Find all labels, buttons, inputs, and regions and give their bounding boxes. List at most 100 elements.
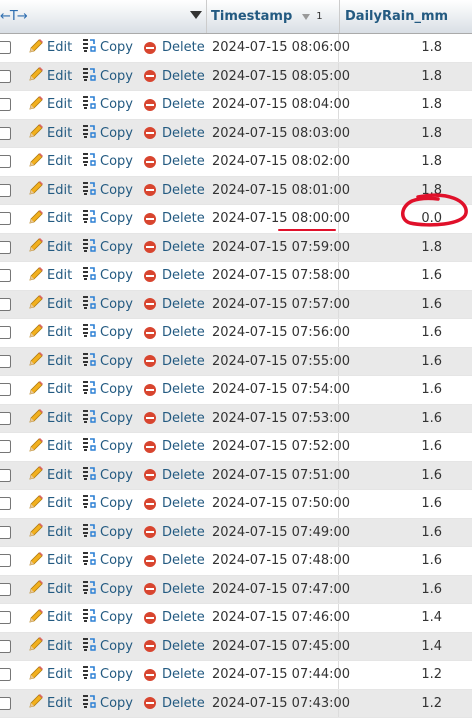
- edit-button[interactable]: Edit: [28, 579, 82, 599]
- row-checkbox[interactable]: [0, 155, 11, 168]
- delete-label[interactable]: Delete: [162, 439, 205, 454]
- row-checkbox[interactable]: [0, 70, 11, 83]
- edit-label[interactable]: Edit: [47, 696, 72, 711]
- edit-button[interactable]: Edit: [28, 152, 82, 172]
- edit-label[interactable]: Edit: [47, 354, 72, 369]
- edit-button[interactable]: Edit: [28, 66, 82, 86]
- delete-label[interactable]: Delete: [162, 468, 205, 483]
- copy-button[interactable]: Copy: [82, 437, 144, 456]
- row-checkbox[interactable]: [0, 98, 11, 111]
- delete-label[interactable]: Delete: [162, 211, 205, 226]
- copy-label[interactable]: Copy: [100, 297, 133, 312]
- copy-button[interactable]: Copy: [82, 694, 144, 713]
- copy-label[interactable]: Copy: [100, 639, 133, 654]
- delete-label[interactable]: Delete: [162, 297, 205, 312]
- copy-button[interactable]: Copy: [82, 380, 144, 399]
- delete-button[interactable]: Delete: [144, 468, 210, 483]
- delete-button[interactable]: Delete: [144, 582, 210, 597]
- delete-button[interactable]: Delete: [144, 40, 210, 55]
- copy-label[interactable]: Copy: [100, 40, 133, 55]
- delete-label[interactable]: Delete: [162, 268, 205, 283]
- edit-button[interactable]: Edit: [28, 294, 82, 314]
- delete-label[interactable]: Delete: [162, 183, 205, 198]
- delete-button[interactable]: Delete: [144, 126, 210, 141]
- delete-label[interactable]: Delete: [162, 40, 205, 55]
- row-checkbox[interactable]: [0, 440, 11, 453]
- copy-label[interactable]: Copy: [100, 667, 133, 682]
- delete-button[interactable]: Delete: [144, 411, 210, 426]
- row-checkbox[interactable]: [0, 554, 11, 567]
- edit-label[interactable]: Edit: [47, 40, 72, 55]
- edit-label[interactable]: Edit: [47, 525, 72, 540]
- row-checkbox[interactable]: [0, 269, 11, 282]
- copy-button[interactable]: Copy: [82, 466, 144, 485]
- copy-button[interactable]: Copy: [82, 95, 144, 114]
- delete-button[interactable]: Delete: [144, 553, 210, 568]
- copy-button[interactable]: Copy: [82, 67, 144, 86]
- delete-label[interactable]: Delete: [162, 154, 205, 169]
- delete-button[interactable]: Delete: [144, 496, 210, 511]
- delete-label[interactable]: Delete: [162, 667, 205, 682]
- delete-label[interactable]: Delete: [162, 582, 205, 597]
- row-checkbox[interactable]: [0, 526, 11, 539]
- edit-label[interactable]: Edit: [47, 240, 72, 255]
- delete-button[interactable]: Delete: [144, 154, 210, 169]
- copy-button[interactable]: Copy: [82, 295, 144, 314]
- delete-label[interactable]: Delete: [162, 639, 205, 654]
- edit-button[interactable]: Edit: [28, 380, 82, 400]
- chevron-down-icon[interactable]: [190, 11, 202, 19]
- edit-button[interactable]: Edit: [28, 494, 82, 514]
- delete-label[interactable]: Delete: [162, 240, 205, 255]
- edit-label[interactable]: Edit: [47, 610, 72, 625]
- delete-button[interactable]: Delete: [144, 183, 210, 198]
- copy-label[interactable]: Copy: [100, 268, 133, 283]
- row-checkbox[interactable]: [0, 326, 11, 339]
- copy-button[interactable]: Copy: [82, 38, 144, 57]
- copy-label[interactable]: Copy: [100, 69, 133, 84]
- copy-button[interactable]: Copy: [82, 152, 144, 171]
- edit-button[interactable]: Edit: [28, 693, 82, 713]
- row-checkbox[interactable]: [0, 697, 11, 710]
- dailyrain-header-label[interactable]: DailyRain_mm: [345, 9, 448, 24]
- copy-button[interactable]: Copy: [82, 323, 144, 342]
- delete-button[interactable]: Delete: [144, 354, 210, 369]
- copy-button[interactable]: Copy: [82, 665, 144, 684]
- copy-button[interactable]: Copy: [82, 637, 144, 656]
- delete-button[interactable]: Delete: [144, 610, 210, 625]
- copy-label[interactable]: Copy: [100, 211, 133, 226]
- edit-label[interactable]: Edit: [47, 468, 72, 483]
- copy-label[interactable]: Copy: [100, 183, 133, 198]
- delete-label[interactable]: Delete: [162, 610, 205, 625]
- edit-button[interactable]: Edit: [28, 551, 82, 571]
- copy-label[interactable]: Copy: [100, 126, 133, 141]
- row-checkbox[interactable]: [0, 212, 11, 225]
- delete-label[interactable]: Delete: [162, 354, 205, 369]
- edit-button[interactable]: Edit: [28, 266, 82, 286]
- copy-button[interactable]: Copy: [82, 352, 144, 371]
- row-checkbox[interactable]: [0, 298, 11, 311]
- copy-label[interactable]: Copy: [100, 154, 133, 169]
- delete-label[interactable]: Delete: [162, 525, 205, 540]
- copy-label[interactable]: Copy: [100, 382, 133, 397]
- timestamp-column-header[interactable]: Timestamp 1: [207, 0, 340, 33]
- edit-button[interactable]: Edit: [28, 38, 82, 58]
- copy-label[interactable]: Copy: [100, 610, 133, 625]
- edit-label[interactable]: Edit: [47, 639, 72, 654]
- copy-label[interactable]: Copy: [100, 496, 133, 511]
- row-checkbox[interactable]: [0, 184, 11, 197]
- edit-button[interactable]: Edit: [28, 465, 82, 485]
- row-checkbox[interactable]: [0, 469, 11, 482]
- delete-button[interactable]: Delete: [144, 211, 210, 226]
- delete-button[interactable]: Delete: [144, 69, 210, 84]
- edit-button[interactable]: Edit: [28, 95, 82, 115]
- row-checkbox[interactable]: [0, 497, 11, 510]
- delete-button[interactable]: Delete: [144, 696, 210, 711]
- edit-button[interactable]: Edit: [28, 209, 82, 229]
- row-checkbox[interactable]: [0, 41, 11, 54]
- copy-label[interactable]: Copy: [100, 696, 133, 711]
- edit-label[interactable]: Edit: [47, 297, 72, 312]
- edit-label[interactable]: Edit: [47, 154, 72, 169]
- edit-label[interactable]: Edit: [47, 211, 72, 226]
- row-checkbox[interactable]: [0, 640, 11, 653]
- row-checkbox[interactable]: [0, 241, 11, 254]
